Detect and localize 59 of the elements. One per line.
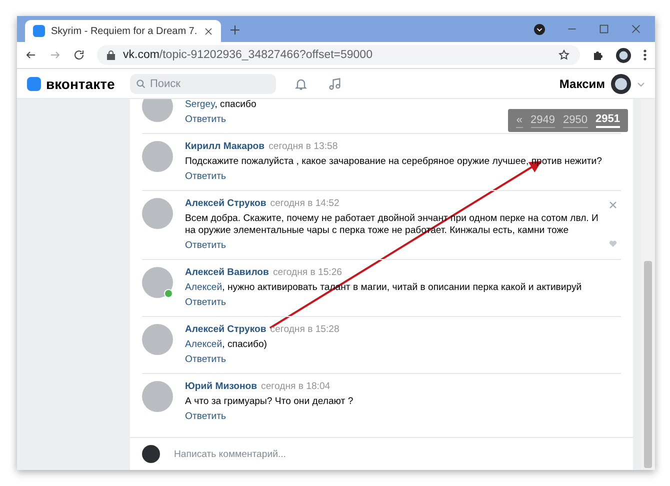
address-bar[interactable]: vk.com/topic-91202936_34827466?offset=59000 [97, 45, 580, 65]
online-indicator [164, 289, 173, 298]
logo-text[interactable]: вконтакте [46, 76, 115, 92]
comment-input[interactable]: Написать комментарий... [172, 448, 621, 460]
reply-link[interactable]: Ответить [185, 240, 226, 252]
author-link[interactable]: Юрий Мизонов [185, 381, 258, 393]
scrollbar[interactable] [641, 99, 655, 470]
search-field[interactable]: Поиск [130, 74, 276, 94]
author-link[interactable]: Алексей Вавилов [185, 267, 269, 279]
url-text: vk.com/topic-91202936_34827466?offset=59000 [123, 49, 372, 61]
profile-circle-icon[interactable] [534, 24, 545, 34]
menu-icon[interactable] [643, 49, 647, 61]
author-link[interactable]: Алексей Струков [185, 198, 266, 210]
user-name[interactable]: Максим [559, 76, 605, 90]
plus-icon[interactable] [229, 24, 241, 36]
avatar-icon[interactable] [616, 48, 631, 62]
star-icon[interactable] [558, 49, 570, 61]
puzzle-icon[interactable] [592, 49, 604, 61]
avatar-placeholder[interactable] [142, 141, 173, 172]
search-icon [136, 78, 146, 88]
page-link[interactable]: 2951 [596, 113, 620, 128]
reload-icon[interactable] [73, 49, 85, 61]
forward-arrow-icon[interactable] [49, 49, 61, 61]
comment-time: сегодня в 15:26 [272, 267, 342, 279]
avatar-placeholder [142, 445, 160, 463]
author-link[interactable]: Алексей Струков [185, 324, 266, 336]
comment-text: А что за гримуары? Что они делают ? [185, 396, 354, 408]
comment-time: сегодня в 15:28 [270, 324, 340, 336]
vk-logo-icon[interactable] [27, 76, 41, 90]
maximize-icon[interactable] [599, 24, 609, 34]
mention-link[interactable]: Алексей [185, 339, 222, 350]
author-link[interactable]: Кирилл Макаров [185, 141, 265, 153]
back-arrow-icon[interactable] [25, 49, 37, 61]
avatar-placeholder[interactable] [142, 324, 173, 355]
avatar-placeholder[interactable] [142, 198, 173, 229]
comment-time: сегодня в 18:04 [261, 381, 330, 393]
chevron-down-icon[interactable] [637, 80, 645, 88]
avatar-placeholder[interactable] [142, 99, 173, 122]
reply-link[interactable]: Ответить [185, 354, 226, 366]
reply-link[interactable]: Ответить [185, 114, 226, 126]
avatar-placeholder[interactable] [142, 267, 173, 298]
lock-icon [107, 50, 115, 60]
comment-text: Подскажите пожалуйста , какое зачарование на серебряное оружие лучшее, против нежити? [185, 156, 603, 168]
reply-link[interactable]: Ответить [185, 297, 226, 309]
music-note-icon[interactable] [328, 76, 342, 90]
reply-link[interactable]: Ответить [185, 411, 226, 423]
user-avatar-icon[interactable] [611, 74, 631, 94]
mention-link[interactable]: Алексей [185, 282, 222, 293]
comment-time: сегодня в 13:58 [268, 141, 338, 153]
reply-link[interactable]: Ответить [185, 171, 226, 183]
browser-tab[interactable]: Skyrim - Requiem for a Dream 7. [25, 20, 221, 42]
mention-link[interactable]: Sergey [185, 99, 215, 110]
avatar-placeholder[interactable] [142, 381, 173, 412]
bell-icon[interactable] [294, 76, 308, 90]
comment-text: Алексей, спасибо) [185, 339, 268, 351]
comment-time: сегодня в 14:52 [270, 198, 340, 210]
comment-text: Sergey, спасибо [185, 99, 258, 111]
close-icon[interactable] [204, 26, 213, 36]
vk-favicon-icon [33, 25, 45, 37]
